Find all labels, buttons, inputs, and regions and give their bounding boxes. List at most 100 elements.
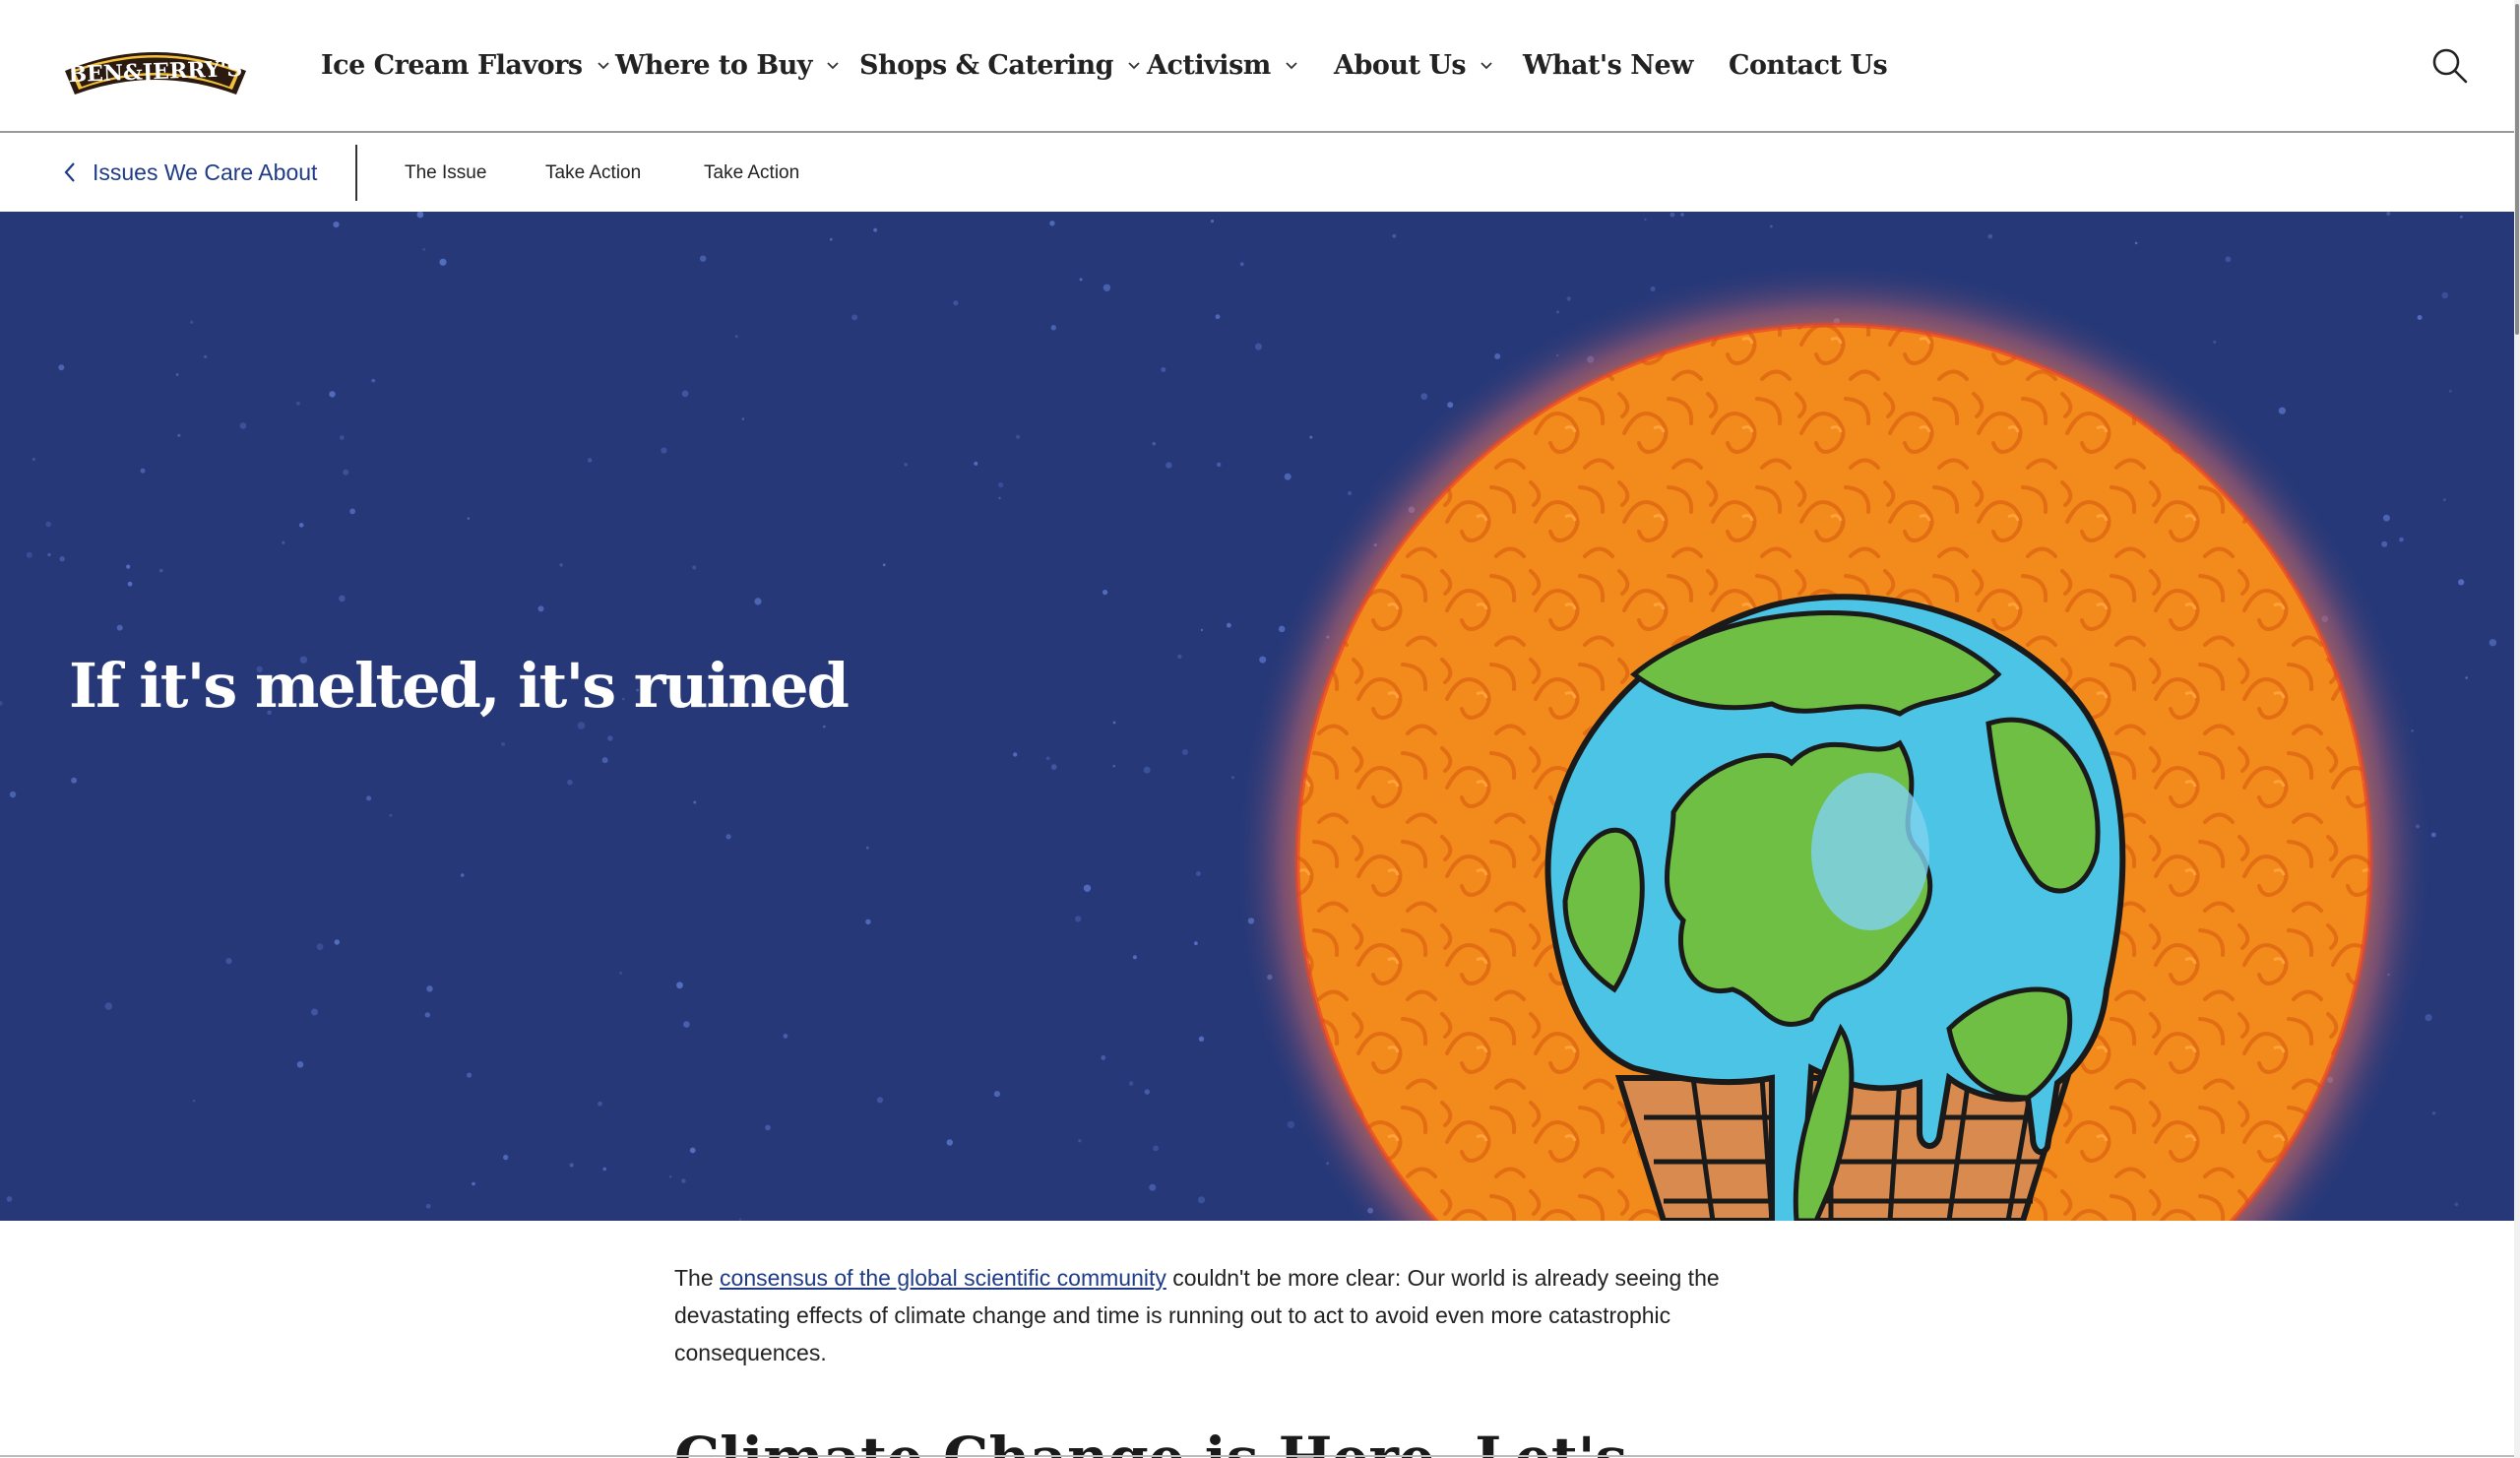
star-dot bbox=[1015, 434, 1021, 439]
star-dot bbox=[295, 401, 300, 406]
star-dot bbox=[692, 565, 697, 570]
nav-contact-us[interactable]: Contact Us bbox=[1729, 43, 1888, 87]
chevron-down-icon bbox=[1480, 58, 1493, 72]
nav-activism[interactable]: Activism bbox=[1147, 43, 1298, 87]
star-dot bbox=[669, 1175, 672, 1178]
star-dot bbox=[1013, 752, 1018, 757]
nav-label: About Us bbox=[1334, 49, 1467, 81]
star-dot bbox=[343, 469, 349, 475]
hero-title: If it's melted, it's ruined bbox=[69, 650, 850, 722]
star-dot bbox=[177, 433, 181, 437]
nav-label: Ice Cream Flavors bbox=[321, 49, 583, 81]
star-dot bbox=[783, 1034, 788, 1039]
star-dot bbox=[865, 846, 869, 850]
star-dot bbox=[738, 1218, 742, 1221]
scientific-consensus-link[interactable]: consensus of the global scientific commu… bbox=[720, 1265, 1166, 1291]
star-dot bbox=[225, 958, 232, 965]
nav-where-to-buy[interactable]: Where to Buy bbox=[615, 43, 840, 87]
scrollbar-thumb[interactable] bbox=[2515, 4, 2519, 335]
star-dot bbox=[316, 943, 324, 951]
logo-mark: BEN&JERRY'S bbox=[65, 52, 246, 95]
star-dot bbox=[822, 725, 826, 729]
back-link-issues[interactable]: Issues We Care About bbox=[63, 153, 317, 192]
intro-text-start: The bbox=[674, 1265, 721, 1291]
search-icon[interactable] bbox=[2429, 45, 2469, 85]
star-dot bbox=[588, 458, 593, 463]
star-dot bbox=[1050, 325, 1057, 331]
star-dot bbox=[1050, 764, 1057, 770]
star-dot bbox=[1045, 756, 1050, 761]
star-dot bbox=[296, 1061, 304, 1068]
tab-take-action[interactable]: Take Action bbox=[545, 158, 641, 188]
star-dot bbox=[974, 461, 978, 466]
star-dot bbox=[765, 1124, 771, 1131]
star-dot bbox=[693, 800, 697, 804]
star-dot bbox=[416, 212, 424, 219]
nav-whats-new[interactable]: What's New bbox=[1523, 43, 1693, 87]
star-dot bbox=[127, 581, 133, 587]
star-dot bbox=[175, 373, 179, 376]
star-dot bbox=[1049, 221, 1055, 226]
star-dot bbox=[158, 568, 163, 573]
star-dot bbox=[333, 222, 340, 228]
star-dot bbox=[661, 447, 667, 454]
star-dot bbox=[59, 556, 65, 562]
nav-label: Contact Us bbox=[1729, 49, 1888, 81]
star-dot bbox=[993, 1091, 1001, 1098]
star-dot bbox=[882, 563, 886, 567]
star-dot bbox=[1075, 916, 1082, 922]
star-dot bbox=[601, 757, 608, 764]
star-dot bbox=[104, 1002, 113, 1010]
star-dot bbox=[865, 919, 871, 924]
star-dot bbox=[389, 813, 393, 817]
star-dot bbox=[467, 517, 471, 520]
star-dot bbox=[567, 779, 573, 786]
star-dot bbox=[467, 1072, 472, 1078]
star-dot bbox=[683, 1021, 690, 1028]
star-dot bbox=[45, 521, 51, 528]
nav-label: Where to Buy bbox=[615, 49, 812, 81]
star-dot bbox=[298, 523, 304, 528]
star-dot bbox=[439, 258, 447, 266]
star-dot bbox=[311, 1008, 318, 1016]
nav-shops-catering[interactable]: Shops & Catering bbox=[859, 43, 1141, 87]
star-dot bbox=[47, 552, 51, 557]
star-dot bbox=[371, 378, 376, 383]
star-dot bbox=[239, 422, 247, 429]
star-dot bbox=[602, 1167, 606, 1172]
star-dot bbox=[339, 595, 346, 602]
star-dot bbox=[904, 463, 908, 467]
star-dot bbox=[998, 496, 1001, 500]
tab-the-issue[interactable]: The Issue bbox=[405, 158, 486, 188]
star-dot bbox=[472, 1181, 475, 1186]
star-dot bbox=[204, 354, 208, 358]
nav-ice-cream-flavors[interactable]: Ice Cream Flavors bbox=[321, 43, 610, 87]
subnav-divider bbox=[355, 145, 357, 201]
ben-and-jerrys-logo[interactable]: BEN&JERRY'S bbox=[59, 37, 252, 98]
star-dot bbox=[329, 391, 336, 398]
star-dot bbox=[741, 417, 745, 420]
star-dot bbox=[1078, 1139, 1082, 1143]
section-heading: Climate Change is Here, Let's bbox=[674, 1429, 1627, 1458]
star-dot bbox=[559, 563, 563, 567]
tab-take-action-2[interactable]: Take Action bbox=[704, 158, 799, 188]
nav-about-us[interactable]: About Us bbox=[1334, 43, 1493, 87]
star-dot bbox=[577, 722, 586, 729]
star-dot bbox=[349, 508, 355, 515]
star-dot bbox=[501, 741, 506, 746]
star-dot bbox=[619, 971, 623, 975]
chevron-left-icon bbox=[64, 162, 75, 182]
star-dot bbox=[126, 564, 131, 569]
star-dot bbox=[460, 873, 465, 877]
star-dot bbox=[334, 939, 340, 945]
star-dot bbox=[6, 1196, 13, 1202]
issue-subnav: Issues We Care About The Issue Take Acti… bbox=[0, 133, 2514, 212]
star-dot bbox=[754, 598, 762, 605]
star-dot bbox=[26, 551, 32, 558]
intro-paragraph: The consensus of the global scientific c… bbox=[674, 1259, 1796, 1371]
star-dot bbox=[734, 335, 738, 339]
star-dot bbox=[32, 458, 35, 461]
star-dot bbox=[503, 1154, 509, 1161]
nav-label: What's New bbox=[1523, 49, 1693, 81]
star-dot bbox=[689, 1147, 696, 1154]
